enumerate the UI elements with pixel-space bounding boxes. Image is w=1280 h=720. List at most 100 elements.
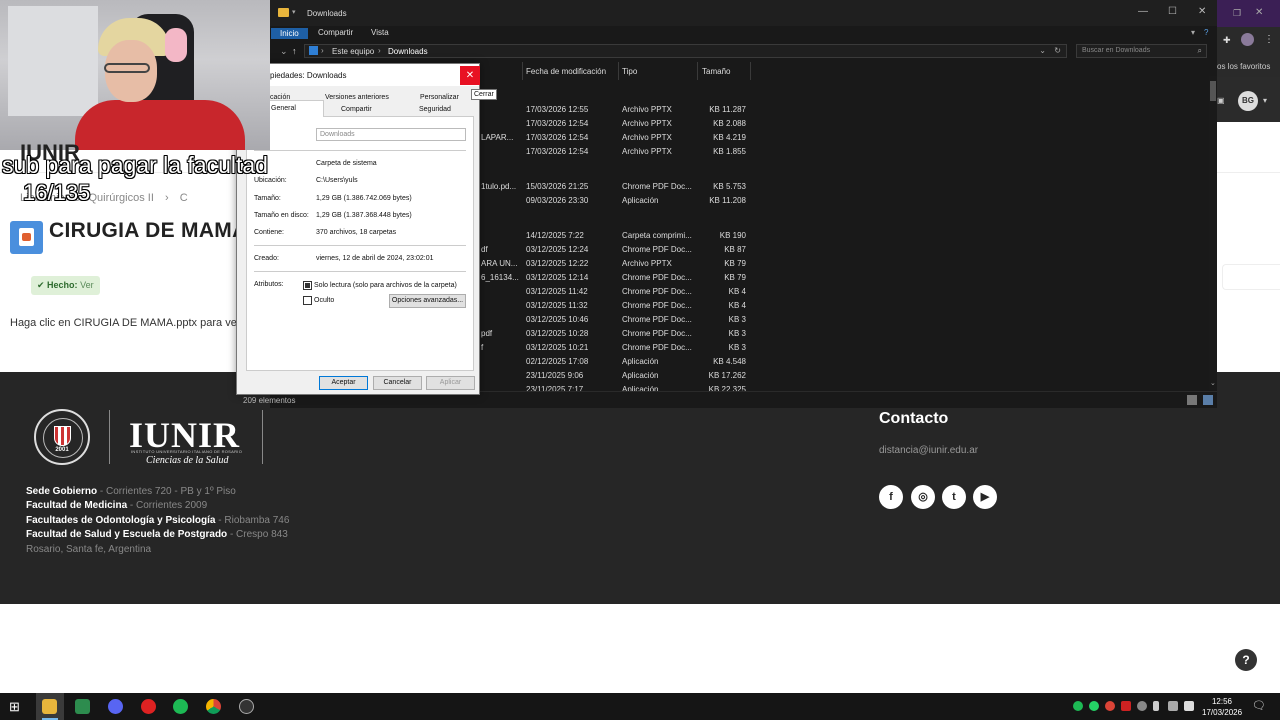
column-header-size[interactable]: Tamaño bbox=[702, 67, 730, 76]
cancel-button[interactable]: Cancelar bbox=[373, 376, 422, 390]
file-name: ARA UN... bbox=[481, 259, 518, 268]
shield-icon bbox=[54, 426, 71, 446]
spotify-tray-icon[interactable] bbox=[1073, 701, 1083, 711]
chrome-tray-icon[interactable] bbox=[1105, 701, 1115, 711]
column-separator[interactable] bbox=[697, 62, 698, 80]
menu-icon[interactable]: ⋮ bbox=[1264, 34, 1274, 45]
microphone-icon[interactable] bbox=[1153, 701, 1159, 711]
advanced-options-button[interactable]: Opciones avanzadas... bbox=[389, 294, 466, 308]
help-icon[interactable]: ? bbox=[1204, 28, 1208, 37]
dialog-titlebar: piedades: Downloads bbox=[237, 64, 479, 86]
notifications-icon[interactable]: 🗨 bbox=[1252, 699, 1266, 712]
hidden-checkbox[interactable] bbox=[303, 296, 312, 305]
tab-compartir[interactable]: Compartir bbox=[341, 106, 372, 113]
column-separator[interactable] bbox=[618, 62, 619, 80]
instagram-icon[interactable]: ◎ bbox=[911, 485, 935, 509]
help-button[interactable]: ? bbox=[1235, 649, 1257, 671]
minimize-icon[interactable]: — bbox=[1138, 6, 1148, 17]
close-button[interactable]: ✕ bbox=[460, 66, 480, 85]
store-icon[interactable] bbox=[75, 699, 90, 714]
spotify-icon[interactable] bbox=[173, 699, 188, 714]
tab-icon: ▣ bbox=[1217, 96, 1225, 105]
file-date: 03/12/2025 12:24 bbox=[526, 245, 589, 254]
network-icon[interactable] bbox=[1168, 701, 1178, 711]
chrome-icon[interactable] bbox=[206, 699, 221, 714]
twitter-icon[interactable]: t bbox=[942, 485, 966, 509]
readonly-checkbox[interactable] bbox=[303, 281, 312, 290]
tab-personalizar[interactable]: Personalizar bbox=[420, 94, 459, 101]
obs-icon[interactable] bbox=[239, 699, 254, 714]
file-date: 03/12/2025 10:21 bbox=[526, 343, 589, 352]
path-segment[interactable]: Este equipo bbox=[332, 47, 374, 56]
size-label: Tamaño: bbox=[254, 195, 281, 202]
ribbon-tab-inicio[interactable]: Inicio bbox=[271, 28, 308, 39]
file-date: 03/12/2025 11:42 bbox=[526, 287, 588, 296]
folder-name-field[interactable]: Downloads bbox=[316, 128, 466, 141]
apply-button[interactable]: Aplicar bbox=[426, 376, 475, 390]
close-icon[interactable]: ✕ bbox=[1198, 6, 1206, 17]
breadcrumb-item[interactable]: C bbox=[180, 192, 188, 204]
quick-access-icon[interactable]: ▾ bbox=[292, 8, 296, 16]
search-placeholder: Buscar en Downloads bbox=[1082, 47, 1151, 54]
address-bar[interactable]: › Este equipo › Downloads ⌄ ↻ bbox=[304, 44, 1067, 58]
column-separator[interactable] bbox=[750, 62, 751, 80]
windows-start-icon[interactable]: ⊞ bbox=[9, 699, 20, 715]
module-title: CIRUGIA DE MAMA bbox=[49, 219, 248, 242]
column-header-type[interactable]: Tipo bbox=[622, 67, 637, 76]
discord-icon[interactable] bbox=[108, 699, 123, 714]
facebook-icon[interactable]: f bbox=[879, 485, 903, 509]
size-on-disk-value: 1,29 GB (1.387.368.448 bytes) bbox=[316, 212, 412, 219]
search-input[interactable]: Buscar en Downloads ⌕ bbox=[1076, 44, 1207, 58]
column-header-date[interactable]: Fecha de modificación bbox=[526, 67, 606, 76]
profile-avatar[interactable] bbox=[1241, 33, 1254, 46]
pptx-file-icon bbox=[10, 221, 43, 254]
chevron-down-icon[interactable]: ⌄ bbox=[1039, 46, 1046, 55]
browser-titlebar: ❐ ✕ bbox=[1217, 0, 1280, 27]
avatar[interactable]: BG bbox=[1238, 91, 1258, 111]
restore-icon[interactable]: ❐ bbox=[1233, 8, 1241, 19]
app-tray-icon[interactable] bbox=[1121, 701, 1131, 711]
ok-button[interactable]: Aceptar bbox=[319, 376, 368, 390]
bookmarks-all-favorites[interactable]: os los favoritos bbox=[1217, 62, 1270, 71]
close-icon[interactable]: ✕ bbox=[1255, 7, 1263, 18]
chevron-down-icon[interactable]: ▾ bbox=[1191, 28, 1195, 37]
whatsapp-tray-icon[interactable] bbox=[1089, 701, 1099, 711]
file-type: Chrome PDF Doc... bbox=[622, 273, 692, 282]
ribbon-tab-vista[interactable]: Vista bbox=[371, 28, 389, 37]
volume-icon[interactable] bbox=[1184, 701, 1194, 711]
tab-general[interactable]: General bbox=[266, 100, 324, 117]
chevron-down-icon[interactable]: ▾ bbox=[1263, 96, 1267, 105]
file-type: Chrome PDF Doc... bbox=[622, 301, 692, 310]
refresh-icon[interactable]: ↻ bbox=[1054, 46, 1061, 55]
scrollbar-thumb[interactable] bbox=[1210, 81, 1216, 101]
readonly-label: Solo lectura (solo para archivos de la c… bbox=[314, 282, 457, 289]
tab-seguridad[interactable]: Seguridad bbox=[419, 106, 451, 113]
up-arrow-icon[interactable]: ⌄ bbox=[280, 46, 288, 57]
file-date: 17/03/2026 12:54 bbox=[526, 119, 589, 128]
extensions-icon[interactable]: ✚ bbox=[1223, 35, 1231, 46]
tab-versiones-anteriores[interactable]: Versiones anteriores bbox=[325, 94, 389, 101]
app-tray-icon[interactable] bbox=[1137, 701, 1147, 711]
file-type: Archivo PPTX bbox=[622, 133, 672, 142]
scrollbar[interactable] bbox=[1209, 76, 1217, 390]
file-date: 03/12/2025 11:32 bbox=[526, 301, 588, 310]
file-type: Aplicación bbox=[622, 357, 659, 366]
up-icon[interactable]: ↑ bbox=[292, 46, 297, 56]
details-view-icon[interactable] bbox=[1187, 395, 1197, 405]
file-type: Archivo PPTX bbox=[622, 119, 672, 128]
file-explorer-icon[interactable] bbox=[42, 699, 57, 714]
ribbon-tab-compartir[interactable]: Compartir bbox=[318, 28, 353, 37]
maximize-icon[interactable]: ☐ bbox=[1168, 6, 1177, 17]
chevron-right-icon: › bbox=[321, 46, 324, 55]
youtube-icon[interactable]: ▶ bbox=[973, 485, 997, 509]
done-badge[interactable]: ✔ Hecho: Ver bbox=[31, 276, 100, 295]
large-icons-view-icon[interactable] bbox=[1203, 395, 1213, 405]
app-icon[interactable] bbox=[141, 699, 156, 714]
file-type: Chrome PDF Doc... bbox=[622, 315, 692, 324]
column-separator[interactable] bbox=[522, 62, 523, 80]
contact-email-link[interactable]: distancia@iunir.edu.ar bbox=[879, 445, 978, 456]
path-segment[interactable]: Downloads bbox=[388, 47, 428, 56]
divider bbox=[254, 271, 466, 272]
taskbar-clock[interactable]: 12:56 17/03/2026 bbox=[1202, 696, 1242, 718]
scroll-down-icon[interactable]: ⌄ bbox=[1210, 379, 1216, 387]
